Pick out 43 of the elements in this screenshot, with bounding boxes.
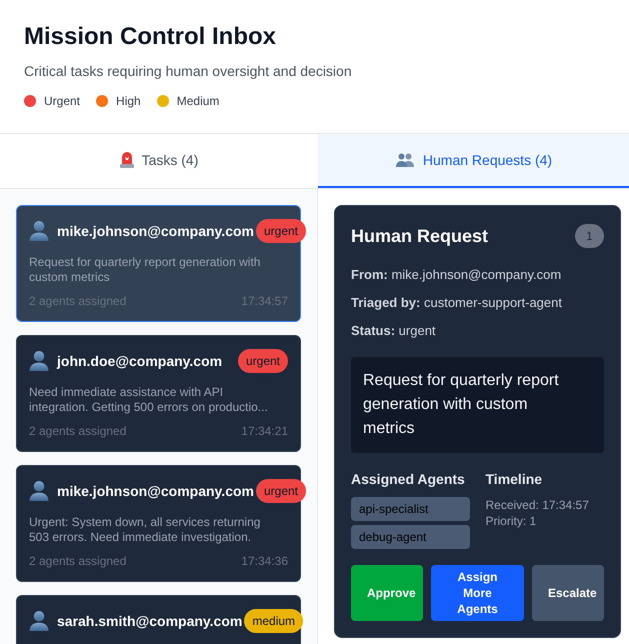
timeline-entry: Priority: 1	[486, 513, 538, 529]
assign-agents-button[interactable]: Assign More Agents	[431, 565, 524, 621]
timeline-entry: Received: 17:34:57	[486, 497, 590, 513]
priority-badge: urgent	[256, 479, 306, 503]
user-avatar-icon	[29, 611, 49, 631]
task-description: Request for quarterly report generation with custom metrics	[29, 255, 262, 285]
task-card[interactable]: sarah.smith@company.com medium	[16, 595, 301, 644]
agent-tag: api-specialist	[351, 497, 470, 521]
legend-label: Medium	[176, 93, 220, 109]
legend-label: Urgent	[44, 93, 80, 109]
agent-count: 2 agents assigned	[29, 423, 126, 439]
task-description: Urgent: System down, all services returning 503 errors. Need immediate investigation.	[29, 515, 262, 545]
sender-email: sarah.smith@company.com	[57, 612, 242, 631]
request-title: Human Request	[351, 225, 488, 248]
priority-badge: urgent	[238, 349, 288, 373]
priority-badge: medium	[244, 609, 304, 633]
sender-email: mike.johnson@company.com	[57, 482, 254, 501]
priority-badge: urgent	[256, 219, 306, 243]
section-heading: Assigned Agents	[351, 470, 466, 489]
task-time: 17:34:36	[241, 553, 288, 569]
escalate-button[interactable]: Escalate	[532, 565, 604, 621]
task-time: 17:34:21	[241, 423, 288, 439]
page-title: Mission Control Inbox	[24, 22, 277, 52]
user-avatar-icon	[29, 481, 49, 501]
sender-email: mike.johnson@company.com	[57, 222, 254, 241]
task-description: Need immediate assistance with API integration. Getting 500 errors on productio...	[29, 385, 269, 415]
page-subtitle: Critical tasks requiring human oversight and decision	[24, 62, 353, 81]
people-icon	[394, 153, 415, 167]
agent-tag: debug-agent	[351, 525, 470, 549]
count-badge: 1	[575, 224, 604, 248]
tab[interactable]: Human Requests (4)	[318, 134, 629, 188]
user-avatar-icon	[29, 221, 49, 241]
request-message: Request for quarterly report generation with custom metrics	[351, 357, 604, 453]
user-avatar-icon	[29, 351, 49, 371]
request-field: From: mike.johnson@company.com	[351, 265, 604, 285]
siren-icon	[120, 152, 134, 168]
request-field: Triaged by: customer-support-agent	[351, 293, 604, 313]
section-heading: Timeline	[486, 470, 544, 489]
task-card[interactable]: john.doe@company.com urgent Need immediate assistance with API integration. Getting 500 errors on productio... 2 agents assigned 17:34:21	[16, 335, 301, 452]
agent-count: 2 agents assigned	[29, 553, 126, 569]
request-field: Status: urgent	[351, 321, 604, 341]
sender-email: john.doe@company.com	[57, 352, 222, 371]
legend-label: High	[116, 93, 141, 109]
